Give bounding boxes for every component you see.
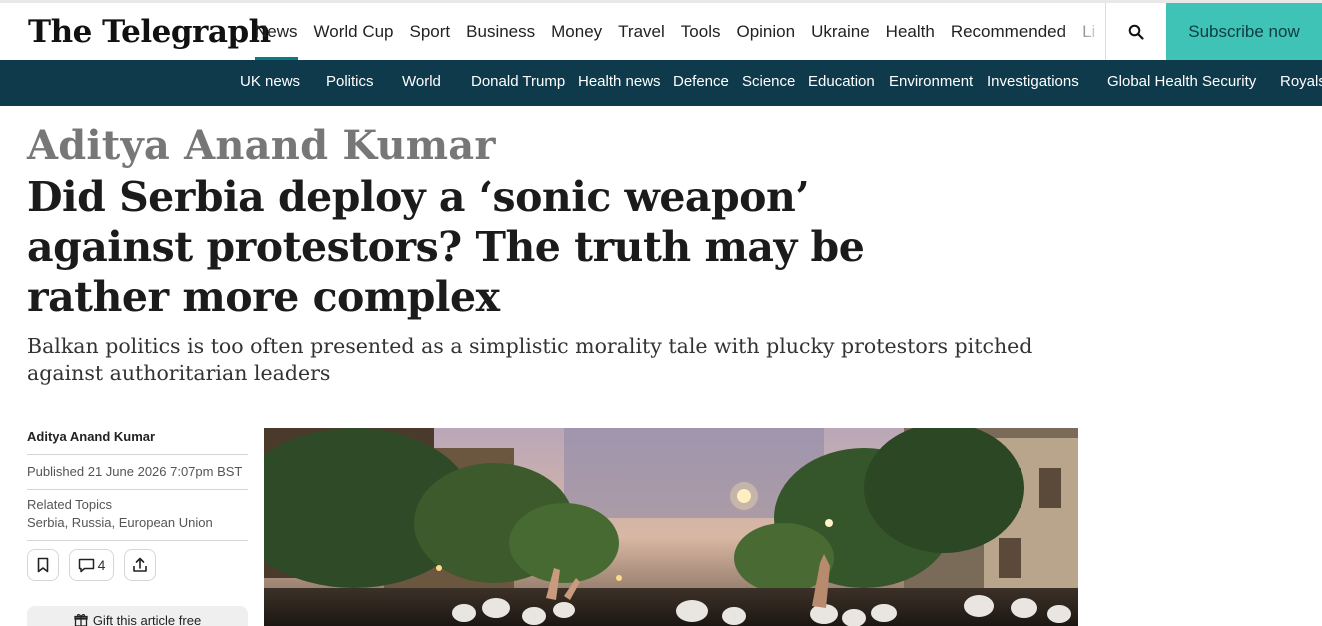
nav-item-money[interactable]: Money [543, 3, 610, 60]
nav-item-sport[interactable]: Sport [402, 3, 459, 60]
gift-label: Gift this article free [92, 613, 202, 626]
byline-author[interactable]: Aditya Anand Kumar [27, 425, 248, 455]
nav-item-health[interactable]: Health [878, 3, 943, 60]
nav-item-opinion[interactable]: Opinion [728, 3, 803, 60]
top-header: The Telegraph News World Cup Sport Busin… [0, 0, 1322, 60]
subnav-item-royals[interactable]: Royals [1280, 60, 1322, 106]
subnav-item-education[interactable]: Education [808, 60, 875, 106]
nav-item-recommended[interactable]: Recommended [943, 3, 1074, 60]
search-icon [1128, 24, 1144, 40]
share-button[interactable] [124, 549, 156, 581]
share-icon [133, 557, 147, 572]
search-button[interactable] [1105, 3, 1166, 60]
nav-item-ukraine[interactable]: Ukraine [803, 3, 878, 60]
subnav-item-politics[interactable]: Politics [326, 60, 374, 106]
subnav-item-investigations[interactable]: Investigations [987, 60, 1079, 106]
telegraph-logo[interactable]: The Telegraph [28, 14, 271, 50]
comment-icon [78, 558, 94, 572]
subnav-item-donald-trump[interactable]: Donald Trump [471, 60, 565, 106]
main-nav: News World Cup Sport Business Money Trav… [247, 3, 1095, 60]
subnav-item-defence[interactable]: Defence [673, 60, 729, 106]
related-topics-label: Related Topics [27, 497, 113, 512]
nav-item-world-cup[interactable]: World Cup [306, 3, 402, 60]
nav-item-lifestyle[interactable]: Lifestyle [1074, 3, 1095, 60]
byline-panel: Aditya Anand Kumar Published 21 June 202… [27, 425, 248, 581]
nav-item-news[interactable]: News [247, 3, 306, 60]
subnav-item-uk-news[interactable]: UK news [240, 60, 300, 106]
comments-count: 4 [97, 557, 106, 573]
subnav-item-world[interactable]: World [402, 60, 441, 106]
section-subnav: UK news Politics World Donald Trump Heal… [0, 60, 1322, 106]
article-actions: 4 [27, 541, 248, 581]
article-hero-image[interactable] [264, 428, 1078, 626]
bookmark-icon [37, 557, 49, 573]
nav-item-tools[interactable]: Tools [673, 3, 729, 60]
article-standfirst: Balkan politics is too often presented a… [27, 334, 1033, 385]
author-heading[interactable]: Aditya Anand Kumar [27, 122, 496, 169]
related-topics-list[interactable]: Serbia, Russia, European Union [27, 514, 248, 532]
article-headline: Did Serbia deploy a ‘sonic weapon’ again… [27, 173, 865, 321]
nav-item-business[interactable]: Business [458, 3, 543, 60]
protest-photo [264, 428, 1078, 626]
subscribe-button[interactable]: Subscribe now [1166, 3, 1322, 60]
subnav-item-global-health-security[interactable]: Global Health Security [1107, 60, 1256, 106]
subnav-item-science[interactable]: Science [742, 60, 795, 106]
comments-button[interactable]: 4 [69, 549, 114, 581]
save-button[interactable] [27, 549, 59, 581]
related-topics: Related Topics Serbia, Russia, European … [27, 490, 248, 541]
gift-article-button[interactable]: Gift this article free [27, 606, 248, 626]
nav-item-travel[interactable]: Travel [610, 3, 673, 60]
subnav-item-environment[interactable]: Environment [889, 60, 973, 106]
gift-icon [74, 614, 88, 626]
subnav-item-health-news[interactable]: Health news [578, 60, 661, 106]
publish-date: Published 21 June 2026 7:07pm BST [27, 455, 248, 490]
